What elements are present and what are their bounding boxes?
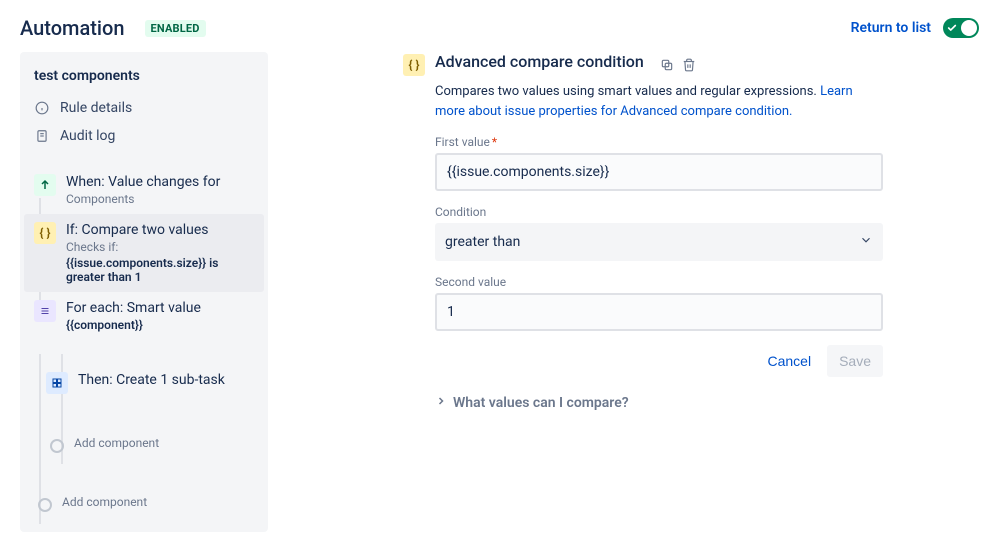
chevron-right-icon xyxy=(435,395,447,411)
rule-step-label: Then: Create 1 sub-task xyxy=(78,372,225,388)
rule-step-trigger[interactable]: When: Value changes for Components xyxy=(24,166,264,214)
nav-label: Rule details xyxy=(60,100,132,116)
return-to-list-link[interactable]: Return to list xyxy=(851,20,931,36)
rule-enabled-toggle[interactable] xyxy=(943,18,979,38)
copy-icon[interactable] xyxy=(658,56,676,74)
page-header: Automation ENABLED Return to list xyxy=(20,16,979,40)
rule-step-label: If: Compare two values xyxy=(66,222,254,238)
main-description: Compares two values using smart values a… xyxy=(435,82,883,121)
info-icon xyxy=(34,100,50,116)
save-button[interactable]: Save xyxy=(827,345,883,377)
rule-sidebar: test components Rule details Audit log xyxy=(20,52,268,532)
nav-audit-log[interactable]: Audit log xyxy=(20,122,268,150)
add-component-label: Add component xyxy=(74,436,159,450)
condition-icon: { } xyxy=(403,54,425,76)
add-circle-icon xyxy=(38,498,52,512)
trigger-icon xyxy=(34,174,56,196)
document-icon xyxy=(34,128,50,144)
rule-step-sub: Components xyxy=(66,192,220,206)
check-icon xyxy=(947,23,957,33)
rule-step-label: For each: Smart value xyxy=(66,300,201,316)
condition-icon: { } xyxy=(34,222,56,244)
nav-rule-details[interactable]: Rule details xyxy=(20,94,268,122)
rule-step-sub: Checks if: xyxy=(66,240,254,254)
rule-step-detail: {{issue.components.size}} is greater tha… xyxy=(66,256,254,284)
rule-steps-list: When: Value changes for Components { } I… xyxy=(20,162,268,520)
second-value-label: Second value xyxy=(435,275,883,289)
nav-label: Audit log xyxy=(60,128,115,144)
condition-label: Condition xyxy=(435,205,883,219)
status-badge: ENABLED xyxy=(145,20,206,37)
values-expander[interactable]: What values can I compare? xyxy=(435,395,883,411)
rule-step-branch[interactable]: For each: Smart value {{component}} xyxy=(24,292,264,340)
rule-step-action[interactable]: Then: Create 1 sub-task xyxy=(24,364,264,402)
add-component-outer[interactable]: Add component xyxy=(24,487,264,520)
branch-icon xyxy=(34,300,56,322)
trash-icon[interactable] xyxy=(680,56,698,74)
first-value-input[interactable] xyxy=(435,153,883,191)
rule-name: test components xyxy=(20,64,268,94)
second-value-input[interactable] xyxy=(435,293,883,331)
add-component-label: Add component xyxy=(62,495,147,509)
page-title: Automation xyxy=(20,16,125,40)
action-icon xyxy=(46,372,68,394)
rule-step-condition[interactable]: { } If: Compare two values Checks if: {{… xyxy=(24,214,264,292)
main-title: Advanced compare condition xyxy=(435,52,644,71)
main-panel: { } Advanced compare condition Compares … xyxy=(403,52,883,411)
first-value-label: First value* xyxy=(435,135,883,149)
cancel-button[interactable]: Cancel xyxy=(755,345,823,377)
condition-select[interactable]: greater than xyxy=(435,223,883,261)
add-component-inner[interactable]: Add component xyxy=(24,428,264,461)
add-circle-icon xyxy=(50,439,64,453)
rule-step-label: When: Value changes for xyxy=(66,174,220,190)
rule-step-detail: {{component}} xyxy=(66,318,201,332)
